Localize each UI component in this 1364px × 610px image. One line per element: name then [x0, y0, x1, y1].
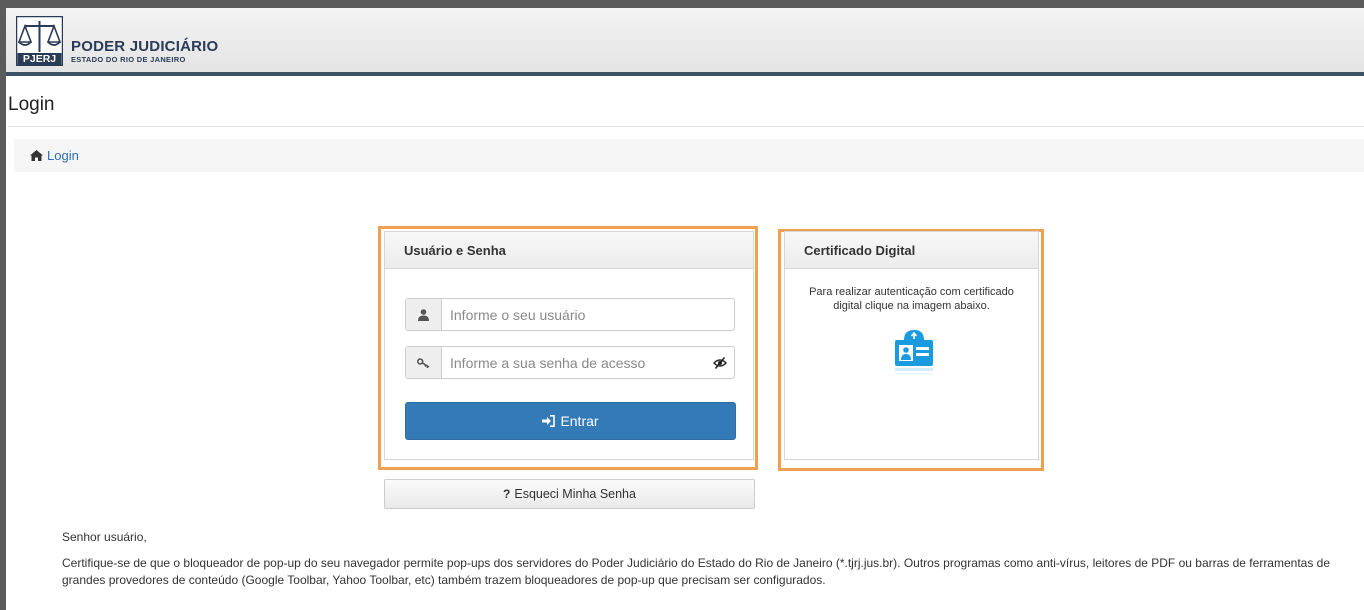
- site-header: PJERJ PODER JUDICIÁRIO ESTADO DO RIO DE …: [6, 8, 1364, 76]
- login-submit-button[interactable]: Entrar: [405, 402, 736, 440]
- forgot-password-button[interactable]: ? Esqueci Minha Senha: [384, 479, 755, 509]
- breadcrumb-home-label: Login: [47, 148, 79, 163]
- breadcrumb-home-link[interactable]: Login: [30, 148, 79, 163]
- cert-instructions-line1: Para realizar autenticação com certifica…: [809, 286, 1014, 298]
- sign-in-icon: [542, 415, 556, 427]
- header-subtitle: ESTADO DO RIO DE JANEIRO: [71, 55, 186, 64]
- username-input-group: [405, 298, 735, 331]
- username-input[interactable]: [442, 299, 734, 330]
- pjerj-logo[interactable]: PJERJ: [15, 15, 64, 67]
- cert-instructions-line2: digital clique na imagem abaixo.: [833, 300, 990, 312]
- forgot-password-label: Esqueci Minha Senha: [514, 487, 636, 501]
- breadcrumb: Login: [14, 139, 1364, 172]
- home-icon: [30, 150, 43, 161]
- notice-body: Certifique-se de que o bloqueador de pop…: [62, 556, 1331, 587]
- eye-slash-icon[interactable]: [713, 356, 727, 370]
- question-icon: ?: [503, 487, 511, 501]
- user-icon: [406, 299, 442, 330]
- window-frame-left: [0, 0, 6, 610]
- password-input[interactable]: [442, 347, 734, 378]
- page-title: Login: [8, 94, 55, 115]
- cert-instructions: Para realizar autenticação com certifica…: [785, 285, 1038, 313]
- window-frame-top: [0, 0, 1364, 8]
- login-submit-label: Entrar: [560, 413, 599, 429]
- notice-greeting: Senhor usuário,: [62, 530, 147, 544]
- logo-mark-text: PJERJ: [22, 53, 57, 65]
- login-panel-heading: Usuário e Senha: [385, 232, 753, 269]
- key-icon: [406, 347, 442, 378]
- header-title: PODER JUDICIÁRIO: [71, 38, 219, 55]
- cert-panel: Certificado Digital Para realizar autent…: [784, 231, 1039, 460]
- cert-panel-heading: Certificado Digital: [785, 232, 1038, 269]
- certificate-card-icon[interactable]: [892, 326, 936, 378]
- title-divider: [8, 126, 1364, 127]
- password-input-group: [405, 346, 735, 379]
- login-panel: Usuário e Senha Entrar: [384, 231, 754, 460]
